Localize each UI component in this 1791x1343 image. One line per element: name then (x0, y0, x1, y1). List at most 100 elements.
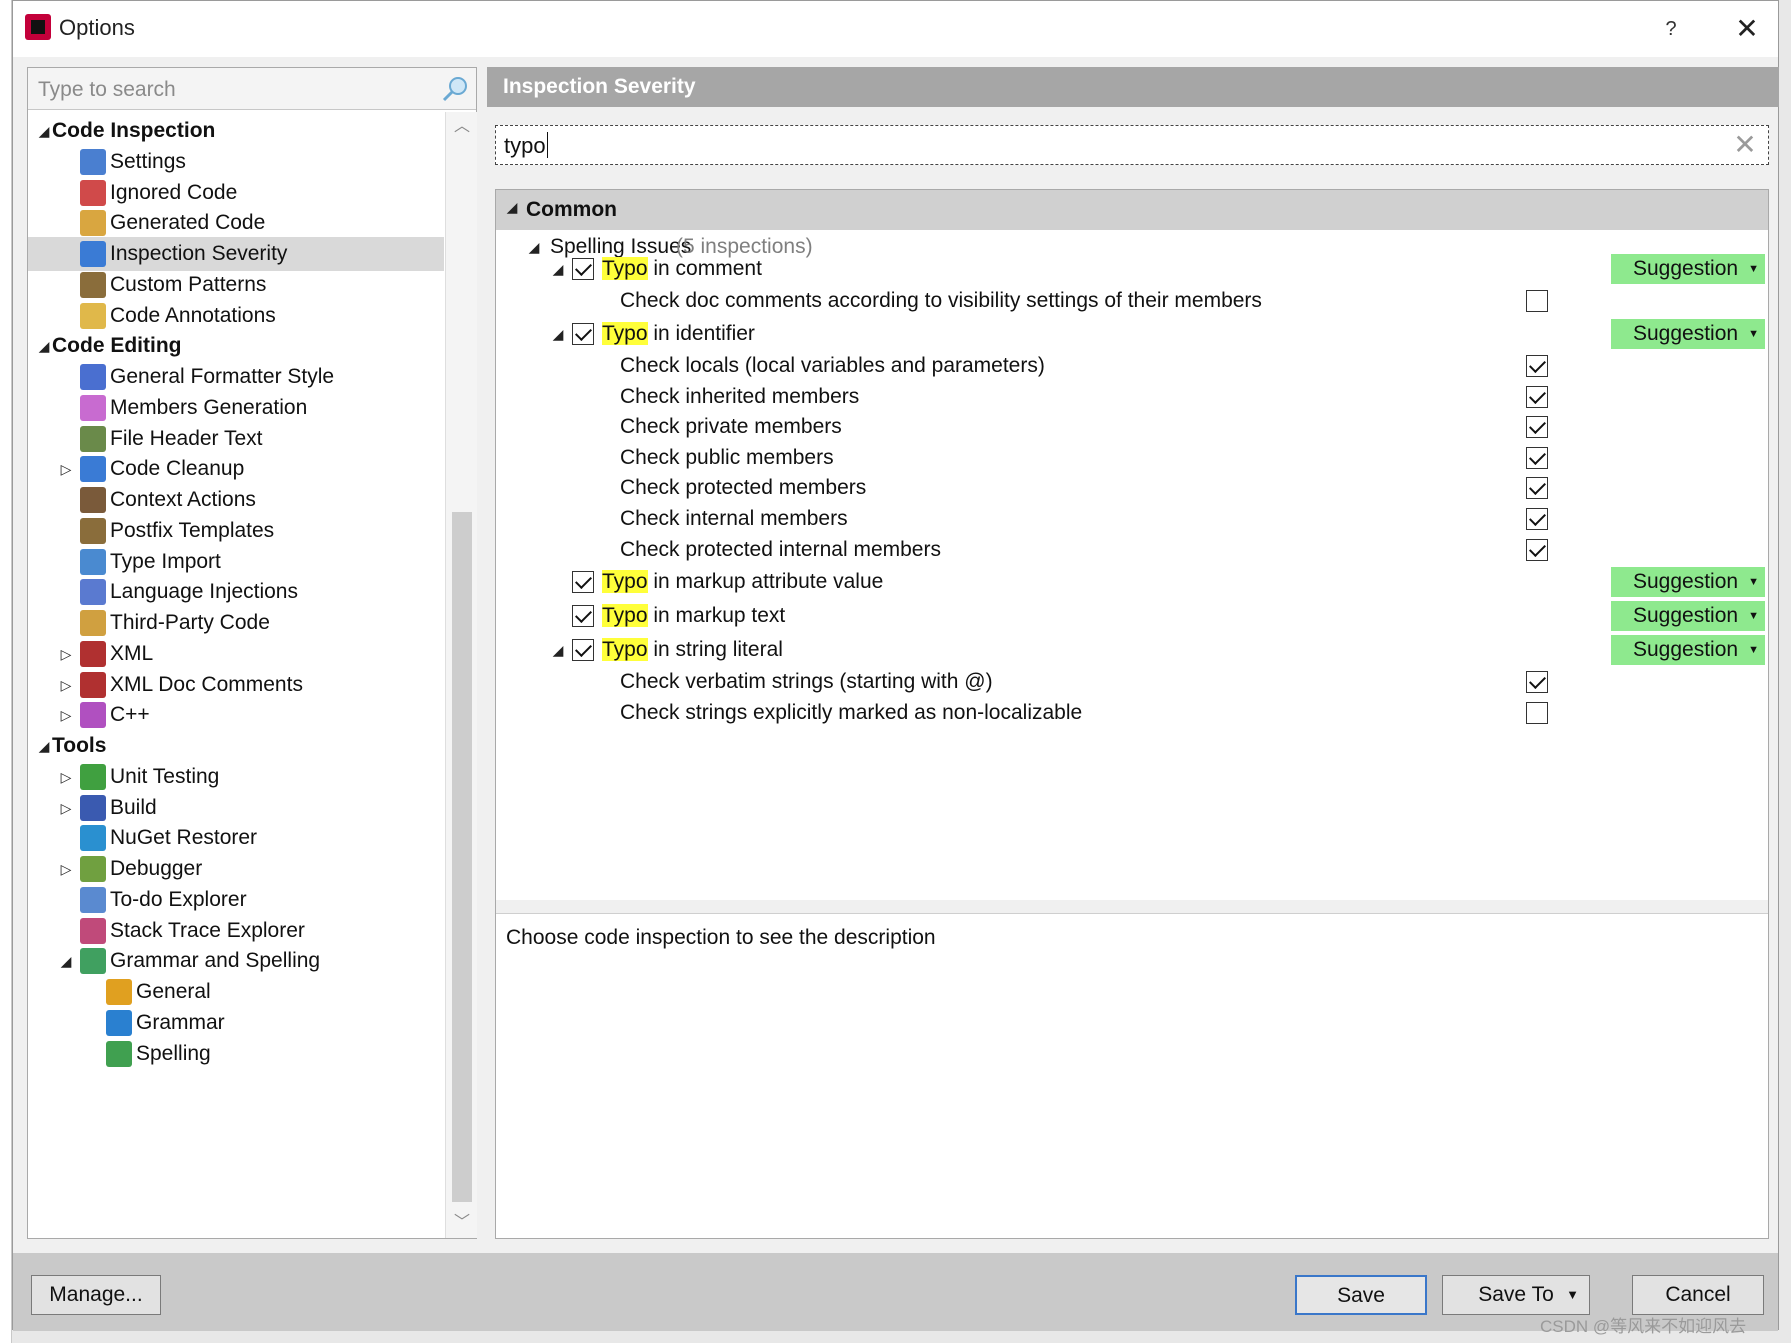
nav-item-general-formatter-style[interactable]: General Formatter Style (28, 360, 444, 394)
collapsed-triangle-icon[interactable]: ▷ (56, 698, 76, 732)
expanded-triangle-icon[interactable]: ◢ (34, 729, 54, 763)
expanded-triangle-icon[interactable]: ◢ (548, 633, 568, 667)
option-checkbox[interactable] (1526, 355, 1548, 377)
expanded-triangle-icon[interactable]: ◢ (548, 252, 568, 286)
nav-item-tools[interactable]: ◢ Tools (28, 729, 444, 763)
inspection-option-row[interactable]: Check protected internal members (496, 533, 1768, 567)
severity-dropdown[interactable]: Suggestion ▼ (1611, 567, 1765, 597)
collapsed-triangle-icon[interactable]: ▷ (56, 452, 76, 486)
inspection-filter-input[interactable]: typo ✕ (495, 125, 1769, 165)
nav-item-type-import[interactable]: Type Import (28, 545, 444, 579)
group-row-common[interactable]: ◢ Common (496, 190, 1768, 230)
option-checkbox[interactable] (1526, 386, 1548, 408)
severity-dropdown[interactable]: Suggestion ▼ (1611, 319, 1765, 349)
inspection-option-row[interactable]: Check protected members (496, 471, 1768, 505)
nav-search-input[interactable]: Type to search (28, 68, 476, 110)
inspection-option-row[interactable]: Check public members (496, 441, 1768, 475)
inspection-row[interactable]: Typo in markup text Suggestion ▼ (496, 599, 1768, 633)
inspection-enabled-checkbox[interactable] (572, 605, 594, 627)
collapsed-triangle-icon[interactable]: ▷ (56, 760, 76, 794)
expanded-triangle-icon[interactable]: ◢ (502, 190, 522, 224)
cancel-button[interactable]: Cancel (1632, 1275, 1764, 1315)
severity-label: Suggestion (1633, 638, 1739, 661)
option-checkbox[interactable] (1526, 477, 1548, 499)
inspection-option-row[interactable]: Check internal members (496, 502, 1768, 536)
nav-item-unit-testing[interactable]: ▷ Unit Testing (28, 760, 444, 794)
nav-item-label: Type Import (110, 549, 221, 573)
option-checkbox[interactable] (1526, 447, 1548, 469)
nav-item-settings[interactable]: Settings (28, 145, 444, 179)
manage-button[interactable]: Manage... (31, 1275, 161, 1315)
scroll-up-icon[interactable]: ︿ (446, 112, 478, 142)
expanded-triangle-icon[interactable]: ◢ (34, 329, 54, 363)
save-to-button[interactable]: Save To ▼ (1442, 1275, 1590, 1315)
inspection-row[interactable]: ◢ Typo in comment Suggestion ▼ (496, 252, 1768, 286)
expanded-triangle-icon[interactable]: ◢ (34, 114, 54, 148)
nav-item-postfix-templates[interactable]: Postfix Templates (28, 514, 444, 548)
severity-dropdown[interactable]: Suggestion ▼ (1611, 254, 1765, 284)
nav-item-label: Spelling (136, 1041, 211, 1065)
nav-item-debugger[interactable]: ▷ Debugger (28, 852, 444, 886)
option-checkbox[interactable] (1526, 508, 1548, 530)
inspection-enabled-checkbox[interactable] (572, 639, 594, 661)
nav-item-build[interactable]: ▷ Build (28, 791, 444, 825)
nav-scrollbar[interactable]: ︿ ﹀ (445, 112, 477, 1238)
inspection-option-row[interactable]: Check doc comments according to visibili… (496, 284, 1768, 318)
inspection-enabled-checkbox[interactable] (572, 571, 594, 593)
nav-item-members-generation[interactable]: Members Generation (28, 391, 444, 425)
nav-item-custom-patterns[interactable]: Custom Patterns (28, 268, 444, 302)
clear-filter-icon[interactable]: ✕ (1730, 128, 1760, 162)
scroll-thumb[interactable] (452, 512, 472, 1202)
nav-item-spelling[interactable]: Spelling (28, 1037, 444, 1071)
nav-item-code-editing[interactable]: ◢ Code Editing (28, 329, 444, 363)
nav-item-file-header-text[interactable]: File Header Text (28, 422, 444, 456)
nav-item-inspection-severity[interactable]: Inspection Severity (28, 237, 444, 271)
nav-item-grammar-and-spelling[interactable]: ◢ Grammar and Spelling (28, 944, 444, 978)
collapsed-triangle-icon[interactable]: ▷ (56, 852, 76, 886)
nav-item-code-cleanup[interactable]: ▷ Code Cleanup (28, 452, 444, 486)
collapsed-triangle-icon[interactable]: ▷ (56, 791, 76, 825)
nav-item-third-party-code[interactable]: Third-Party Code (28, 606, 444, 640)
option-checkbox[interactable] (1526, 290, 1548, 312)
help-button[interactable]: ? (1651, 13, 1691, 45)
expanded-triangle-icon[interactable]: ◢ (548, 317, 568, 351)
description-splitter[interactable] (496, 900, 1768, 914)
expanded-triangle-icon[interactable]: ◢ (56, 944, 76, 978)
nav-item-stack-trace-explorer[interactable]: Stack Trace Explorer (28, 914, 444, 948)
inspection-option-row[interactable]: Check private members (496, 410, 1768, 444)
inspection-option-row[interactable]: Check inherited members (496, 380, 1768, 414)
severity-dropdown[interactable]: Suggestion ▼ (1611, 601, 1765, 631)
inspection-option-row[interactable]: Check locals (local variables and parame… (496, 349, 1768, 383)
scroll-down-icon[interactable]: ﹀ (446, 1208, 478, 1238)
nav-item-code-annotations[interactable]: Code Annotations (28, 299, 444, 333)
nav-item-language-injections[interactable]: Language Injections (28, 575, 444, 609)
inspection-row[interactable]: ◢ Typo in string literal Suggestion ▼ (496, 633, 1768, 667)
nav-item-context-actions[interactable]: Context Actions (28, 483, 444, 517)
nav-item-general[interactable]: General (28, 975, 444, 1009)
nav-item-to-do-explorer[interactable]: To-do Explorer (28, 883, 444, 917)
option-checkbox[interactable] (1526, 416, 1548, 438)
save-button[interactable]: Save (1295, 1275, 1427, 1315)
close-button[interactable]: ✕ (1725, 9, 1769, 49)
collapsed-triangle-icon[interactable]: ▷ (56, 668, 76, 702)
inspection-option-row[interactable]: Check verbatim strings (starting with @) (496, 665, 1768, 699)
nav-item-xml[interactable]: ▷ XML (28, 637, 444, 671)
inspection-enabled-checkbox[interactable] (572, 258, 594, 280)
nav-item-generated-code[interactable]: Generated Code (28, 206, 444, 240)
inspection-enabled-checkbox[interactable] (572, 323, 594, 345)
dropdown-arrow-icon[interactable]: ▼ (1566, 1276, 1579, 1314)
inspection-row[interactable]: ◢ Typo in identifier Suggestion ▼ (496, 317, 1768, 351)
nav-item-c[interactable]: ▷ C++ (28, 698, 444, 732)
option-checkbox[interactable] (1526, 539, 1548, 561)
nav-item-xml-doc-comments[interactable]: ▷ XML Doc Comments (28, 668, 444, 702)
inspection-option-row[interactable]: Check strings explicitly marked as non-l… (496, 696, 1768, 730)
nav-item-code-inspection[interactable]: ◢ Code Inspection (28, 114, 444, 148)
option-checkbox[interactable] (1526, 702, 1548, 724)
severity-dropdown[interactable]: Suggestion ▼ (1611, 635, 1765, 665)
nav-item-nuget-restorer[interactable]: NuGet Restorer (28, 821, 444, 855)
collapsed-triangle-icon[interactable]: ▷ (56, 637, 76, 671)
nav-item-grammar[interactable]: Grammar (28, 1006, 444, 1040)
inspection-row[interactable]: Typo in markup attribute value Suggestion… (496, 565, 1768, 599)
nav-item-ignored-code[interactable]: Ignored Code (28, 176, 444, 210)
option-checkbox[interactable] (1526, 671, 1548, 693)
